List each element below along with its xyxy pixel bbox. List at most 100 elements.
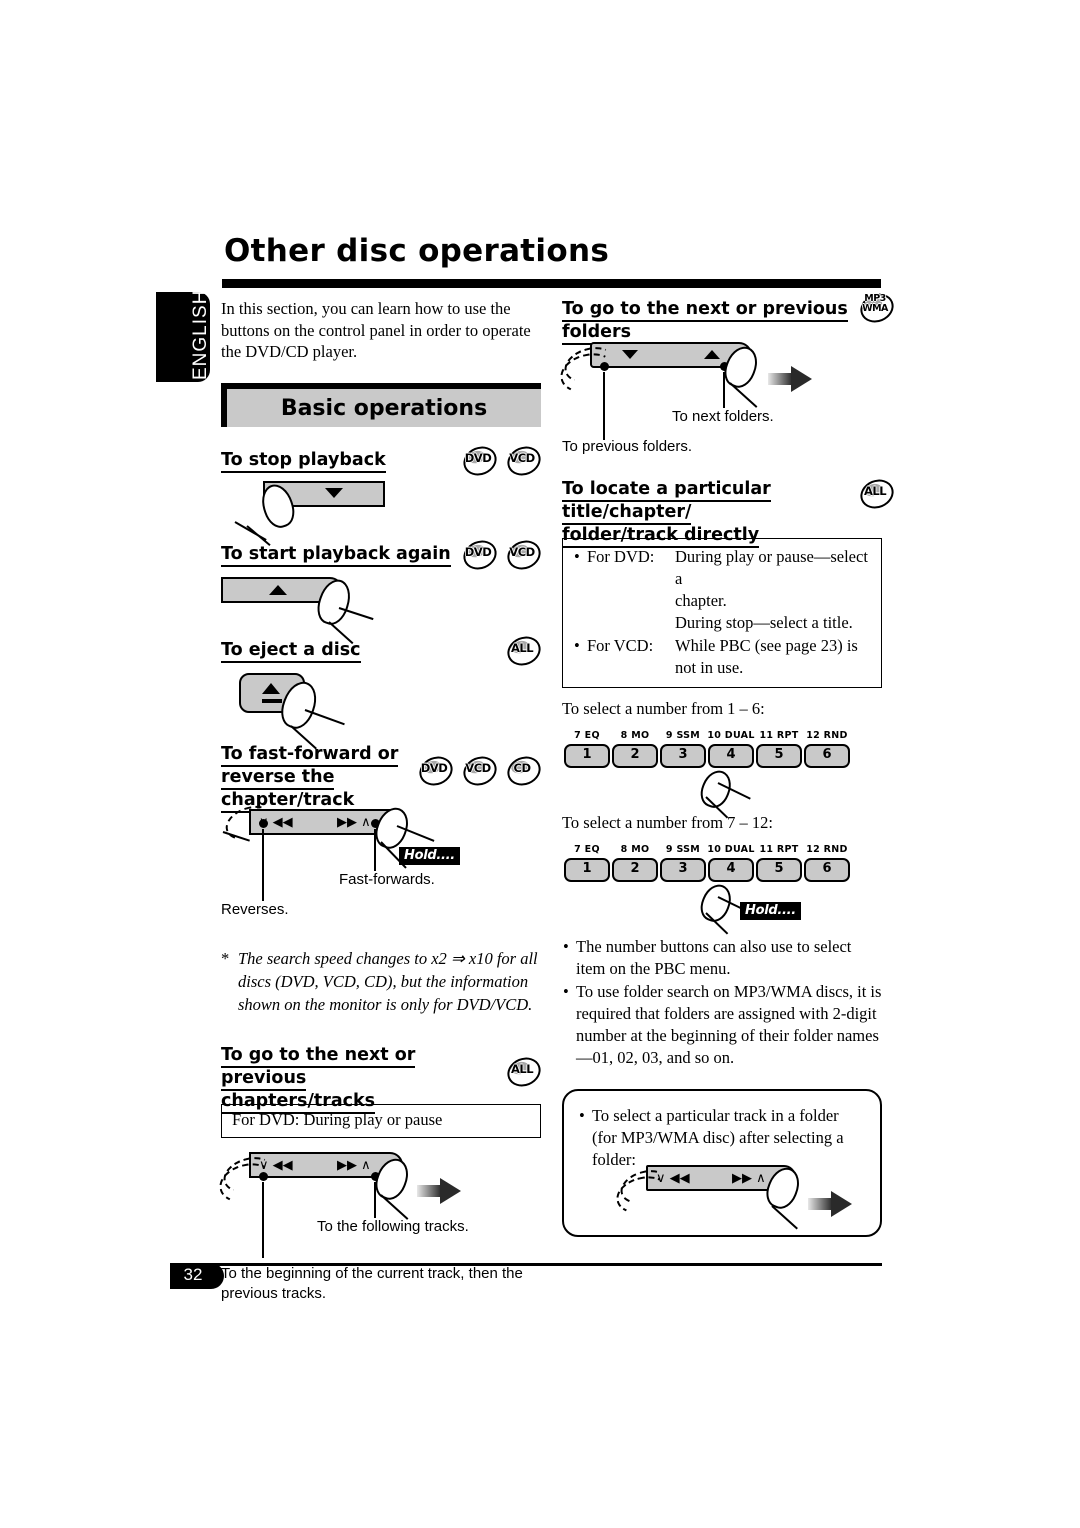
numpad-button-3[interactable]: 3 <box>660 744 706 768</box>
leader-next <box>374 1181 376 1218</box>
numpad-button-1[interactable]: 1 <box>564 744 610 768</box>
leader-next-folders <box>723 372 725 408</box>
press-arc-left <box>221 799 279 846</box>
badge-vcd: VCD <box>502 441 546 480</box>
section-fast-forward-header: To fast-forward or reverse the chapter/t… <box>221 743 546 813</box>
folder-track-diagram: ∨ ◀◀ ▶▶ ∧ <box>612 1161 876 1231</box>
section-locate-header: To locate a particular title/chapter/ fo… <box>562 474 899 548</box>
select-7-12-label: To select a number from 7 – 12: <box>562 813 773 832</box>
language-tab-label: ENGLISH <box>190 289 211 380</box>
footer-rule <box>170 1263 882 1266</box>
manual-page: Other disc operations ENGLISH In this se… <box>0 0 1080 1528</box>
badge-dvd: DVD <box>414 751 458 790</box>
badge-vcd: VCD <box>502 535 546 574</box>
right-arrow-icon <box>417 1177 461 1204</box>
numpad-label-12: 12 RND <box>806 730 848 741</box>
locate-bullet-list: The number buttons can also use to selec… <box>562 936 882 1069</box>
fast-forward-badges: DVD VCD CD <box>414 751 546 790</box>
caption-fast-forwards: Fast-forwards. <box>339 870 435 888</box>
numpad-button-4[interactable]: 4 <box>708 744 754 768</box>
badge-dvd: DVD <box>458 535 502 574</box>
left-column: In this section, you can learn how to us… <box>215 298 546 1306</box>
hold-tag: Hold.... <box>399 846 460 865</box>
right-column: To go to the next or previous folders MP… <box>556 288 899 1237</box>
numpad-button-5[interactable]: 5 <box>756 858 802 882</box>
locate-badges: ALL <box>855 474 899 514</box>
basic-operations-banner: Basic operations <box>221 382 541 427</box>
next-prev-chapters-badges: ALL <box>502 1052 546 1091</box>
leader-forward <box>374 828 376 871</box>
finger-line-2 <box>771 1205 798 1230</box>
numpad-button-2[interactable]: 2 <box>612 744 658 768</box>
locate-note-value-vcd: While PBC (see page 23) is not in use. <box>675 636 858 677</box>
title-rule <box>222 279 881 288</box>
locate-note-list: For DVD: During play or pause—select a c… <box>573 546 871 679</box>
intro-paragraph: In this section, you can learn how to us… <box>221 299 531 361</box>
locate-bullet-1: The number buttons can also use to selec… <box>562 936 882 980</box>
select-1-6-label: To select a number from 1 – 6: <box>562 699 765 718</box>
page-title: Other disc operations <box>224 233 610 269</box>
numpad-button-6[interactable]: 6 <box>804 744 850 768</box>
triangle-down-icon <box>622 350 638 359</box>
next-glyph-icon: ▶▶ ∧ <box>337 814 371 830</box>
leader-previous-folders <box>603 372 605 440</box>
numpad-button-3[interactable]: 3 <box>660 858 706 882</box>
locate-note-item-dvd: For DVD: During play or pause—select a c… <box>573 546 871 634</box>
next-prev-chapters-diagram: ∨ ◀◀ ▶▶ ∧ To the following tracks. <box>215 1148 541 1266</box>
numpad-button-2[interactable]: 2 <box>612 858 658 882</box>
caption-next-folders: To next folders. <box>672 408 774 425</box>
numpad-button-1[interactable]: 1 <box>564 858 610 882</box>
leader-reverse <box>262 828 264 901</box>
triangle-up-icon <box>704 350 720 359</box>
locate-note-key-dvd: For DVD: <box>587 547 655 566</box>
eject-bar-icon <box>262 698 282 703</box>
section-eject-header: To eject a disc ALL <box>221 631 546 670</box>
locate-heading: To locate a particular title/chapter/ fo… <box>562 478 834 548</box>
caption-reverses: Reverses. <box>221 900 289 918</box>
section-next-prev-folders-header: To go to the next or previous folders MP… <box>562 288 899 345</box>
eject-triangle-icon <box>262 682 280 694</box>
fast-forward-heading: To fast-forward or reverse the chapter/t… <box>221 743 433 813</box>
right-arrow-icon <box>768 366 812 392</box>
language-tab: ENGLISH <box>156 289 211 382</box>
caption-previous-folders: To previous folders. <box>562 438 693 455</box>
numpad-panel-1: 7 EQ 8 MO 9 SSM 10 DUAL 11 RPT 12 RND 1 … <box>562 730 882 819</box>
next-prev-folders-diagram: To next folders. To previous folders. <box>556 336 882 456</box>
badge-all: ALL <box>502 631 546 670</box>
badge-mp3-wma: MP3 WMA <box>855 288 899 328</box>
badge-dvd: DVD <box>458 441 502 480</box>
next-glyph-icon: ▶▶ ∧ <box>337 1157 371 1173</box>
badge-cd: CD <box>502 751 546 790</box>
section-next-prev-chapters-header: To go to the next or previous chapters/t… <box>221 1044 546 1114</box>
page-number-label: 32 <box>183 1265 203 1284</box>
next-prev-folders-badges: MP3 WMA <box>855 288 899 328</box>
numpad-button-6[interactable]: 6 <box>804 858 850 882</box>
basic-operations-label: Basic operations <box>280 395 488 421</box>
leader-previous <box>262 1181 264 1258</box>
hold-tag: Hold.... <box>740 902 801 920</box>
stop-playback-badges: DVD VCD <box>458 441 546 480</box>
eject-heading: To eject a disc <box>221 639 541 663</box>
section-stop-playback-header: To stop playback DVD VCD <box>221 441 546 480</box>
stop-playback-diagram <box>221 479 541 546</box>
triangle-up-icon <box>269 584 287 595</box>
fast-forward-diagram: ∨ ◀◀ ▶▶ ∧ Hold.... Fast-forwards. Revers… <box>221 799 541 931</box>
numpad-label-12: 12 RND <box>806 844 848 855</box>
section-start-playback-header: To start playback again DVD VCD <box>221 535 546 574</box>
start-playback-diagram <box>221 574 541 644</box>
badge-vcd: VCD <box>458 751 502 790</box>
numpad-button-4[interactable]: 4 <box>708 858 754 882</box>
badge-all: ALL <box>855 474 899 514</box>
locate-note-value-dvd: During play or pause—select a chapter. D… <box>675 547 868 632</box>
locate-note-key-vcd: For VCD: <box>587 636 654 655</box>
next-prev-chapters-heading: To go to the next or previous chapters/t… <box>221 1044 471 1114</box>
badge-all: ALL <box>502 1052 546 1091</box>
numpad-button-5[interactable]: 5 <box>756 744 802 768</box>
eject-diagram <box>221 672 541 749</box>
numpad-panel-2: 7 EQ 8 MO 9 SSM 10 DUAL 11 RPT 12 RND 1 … <box>562 844 882 935</box>
folder-track-bullet-list: To select a particular track in a folder… <box>564 1091 880 1171</box>
caption-beginning-tracks: To the beginning of the current track, t… <box>221 1264 523 1302</box>
caption-following-tracks: To the following tracks. <box>317 1217 469 1235</box>
page-number-tab: 32 <box>170 1263 224 1289</box>
locate-note-box: For DVD: During play or pause—select a c… <box>562 538 882 688</box>
